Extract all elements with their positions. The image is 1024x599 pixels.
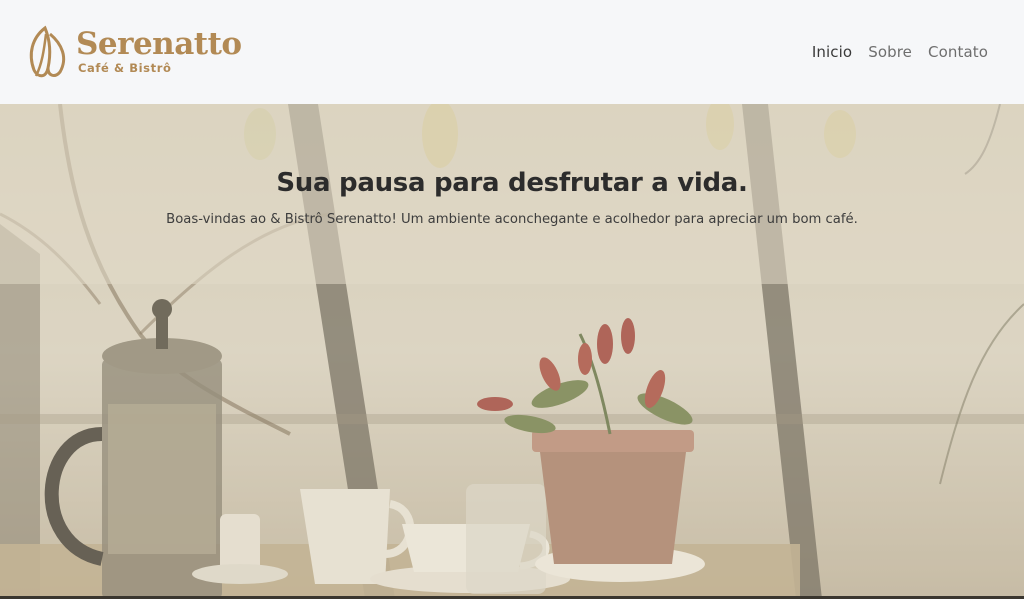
nav-item-inicio[interactable]: Inicio bbox=[812, 43, 852, 61]
logo[interactable]: Serenatto Café & Bistrô bbox=[26, 24, 242, 80]
brand-name: Serenatto bbox=[76, 26, 242, 63]
main-nav: Inicio Sobre Contato bbox=[812, 43, 988, 61]
hero-banner: Sua pausa para desfrutar a vida. Boas-vi… bbox=[0, 104, 1024, 284]
site-header: Serenatto Café & Bistrô Inicio Sobre Con… bbox=[0, 0, 1024, 104]
nav-item-sobre[interactable]: Sobre bbox=[868, 43, 912, 61]
hero-subtitle: Boas-vindas ao & Bistrô Serenatto! Um am… bbox=[166, 211, 858, 227]
leaf-logo-icon bbox=[29, 25, 66, 78]
hero-title: Sua pausa para desfrutar a vida. bbox=[276, 167, 748, 198]
brand-tagline: Café & Bistrô bbox=[78, 61, 172, 76]
nav-item-contato[interactable]: Contato bbox=[928, 43, 988, 61]
